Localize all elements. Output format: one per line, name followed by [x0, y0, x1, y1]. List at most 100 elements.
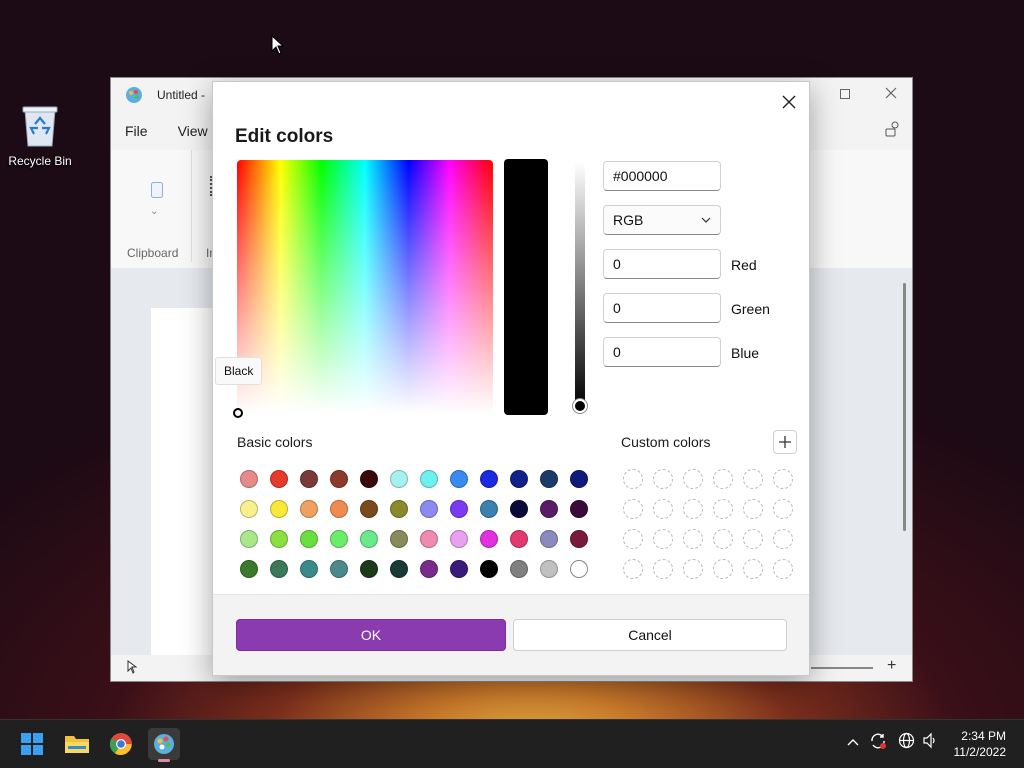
basic-color-swatch[interactable] — [450, 560, 468, 578]
basic-color-swatch[interactable] — [360, 560, 378, 578]
basic-color-swatch[interactable] — [330, 470, 348, 488]
add-custom-color-button[interactable] — [773, 430, 797, 454]
paint-close-button[interactable] — [879, 84, 903, 104]
basic-color-swatch[interactable] — [330, 530, 348, 548]
custom-color-slot[interactable] — [713, 499, 733, 519]
show-hidden-icons-chevron-up-icon[interactable] — [846, 734, 860, 750]
custom-color-slot[interactable] — [683, 559, 703, 579]
basic-color-swatch[interactable] — [570, 560, 588, 578]
basic-color-swatch[interactable] — [300, 500, 318, 518]
custom-color-slot[interactable] — [653, 529, 673, 549]
system-clock[interactable]: 2:34 PM 11/2/2022 — [954, 728, 1007, 760]
paint-icon[interactable] — [148, 728, 180, 762]
basic-color-swatch[interactable] — [420, 530, 438, 548]
basic-color-swatch[interactable] — [510, 530, 528, 548]
basic-color-swatch[interactable] — [570, 500, 588, 518]
basic-color-swatch[interactable] — [480, 530, 498, 548]
volume-icon[interactable] — [922, 732, 939, 752]
ok-button[interactable]: OK — [236, 619, 506, 651]
vertical-scrollbar[interactable] — [903, 283, 906, 531]
basic-color-swatch[interactable] — [540, 530, 558, 548]
basic-color-swatch[interactable] — [420, 470, 438, 488]
basic-color-swatch[interactable] — [240, 470, 258, 488]
basic-color-swatch[interactable] — [570, 470, 588, 488]
value-slider-thumb[interactable] — [573, 399, 587, 413]
basic-color-swatch[interactable] — [300, 470, 318, 488]
basic-color-swatch[interactable] — [330, 500, 348, 518]
custom-color-slot[interactable] — [773, 469, 793, 489]
basic-color-swatch[interactable] — [330, 560, 348, 578]
blue-input[interactable]: 0 — [603, 337, 721, 367]
start-icon[interactable] — [16, 728, 48, 760]
chrome-icon[interactable] — [105, 728, 137, 760]
value-slider[interactable] — [575, 162, 585, 408]
basic-color-swatch[interactable] — [240, 500, 258, 518]
drawing-canvas[interactable] — [151, 308, 213, 655]
custom-color-slot[interactable] — [773, 529, 793, 549]
paste-icon[interactable] — [151, 182, 163, 203]
zoom-in-icon[interactable]: + — [887, 657, 896, 675]
chevron-down-icon[interactable]: ⌄ — [150, 206, 158, 217]
basic-color-swatch[interactable] — [240, 560, 258, 578]
basic-color-swatch[interactable] — [270, 530, 288, 548]
cancel-button[interactable]: Cancel — [513, 619, 787, 651]
custom-color-slot[interactable] — [653, 499, 673, 519]
basic-color-swatch[interactable] — [300, 560, 318, 578]
custom-color-slot[interactable] — [653, 469, 673, 489]
basic-color-swatch[interactable] — [510, 500, 528, 518]
custom-color-slot[interactable] — [743, 499, 763, 519]
custom-color-slot[interactable] — [773, 559, 793, 579]
account-icon[interactable] — [884, 120, 902, 143]
basic-color-swatch[interactable] — [360, 500, 378, 518]
basic-color-swatch[interactable] — [540, 500, 558, 518]
recycle-bin[interactable]: Recycle Bin — [6, 104, 74, 168]
custom-color-slot[interactable] — [623, 529, 643, 549]
custom-color-slot[interactable] — [713, 559, 733, 579]
basic-color-swatch[interactable] — [240, 530, 258, 548]
green-input[interactable]: 0 — [603, 293, 721, 323]
custom-color-slot[interactable] — [623, 469, 643, 489]
basic-color-swatch[interactable] — [420, 560, 438, 578]
basic-color-swatch[interactable] — [390, 560, 408, 578]
basic-color-swatch[interactable] — [360, 470, 378, 488]
maximize-button[interactable] — [833, 84, 857, 104]
basic-color-swatch[interactable] — [420, 500, 438, 518]
basic-color-swatch[interactable] — [270, 470, 288, 488]
hex-input[interactable]: #000000 — [603, 161, 721, 191]
basic-color-swatch[interactable] — [480, 500, 498, 518]
basic-color-swatch[interactable] — [300, 530, 318, 548]
custom-color-slot[interactable] — [683, 499, 703, 519]
custom-color-slot[interactable] — [683, 529, 703, 549]
zoom-slider[interactable] — [811, 667, 873, 669]
basic-color-swatch[interactable] — [510, 470, 528, 488]
custom-color-slot[interactable] — [743, 529, 763, 549]
file-explorer-icon[interactable] — [61, 728, 93, 760]
color-mode-select[interactable]: RGB — [603, 205, 721, 235]
dialog-close-button[interactable] — [775, 88, 803, 116]
custom-color-slot[interactable] — [713, 529, 733, 549]
basic-color-swatch[interactable] — [480, 470, 498, 488]
menu-view[interactable]: View — [178, 123, 208, 139]
custom-color-slot[interactable] — [623, 559, 643, 579]
color-spectrum[interactable] — [237, 160, 493, 414]
basic-color-swatch[interactable] — [540, 560, 558, 578]
basic-color-swatch[interactable] — [360, 530, 378, 548]
red-input[interactable]: 0 — [603, 249, 721, 279]
custom-color-slot[interactable] — [773, 499, 793, 519]
basic-color-swatch[interactable] — [480, 560, 498, 578]
spectrum-picker-handle[interactable] — [233, 408, 243, 418]
custom-color-slot[interactable] — [713, 469, 733, 489]
custom-color-slot[interactable] — [653, 559, 673, 579]
basic-color-swatch[interactable] — [270, 500, 288, 518]
basic-color-swatch[interactable] — [390, 500, 408, 518]
menu-file[interactable]: File — [125, 123, 148, 139]
basic-color-swatch[interactable] — [450, 500, 468, 518]
basic-color-swatch[interactable] — [570, 530, 588, 548]
custom-color-slot[interactable] — [683, 469, 703, 489]
basic-color-swatch[interactable] — [270, 560, 288, 578]
basic-color-swatch[interactable] — [540, 470, 558, 488]
basic-color-swatch[interactable] — [450, 530, 468, 548]
sync-icon[interactable] — [869, 732, 887, 753]
basic-color-swatch[interactable] — [510, 560, 528, 578]
basic-color-swatch[interactable] — [390, 530, 408, 548]
